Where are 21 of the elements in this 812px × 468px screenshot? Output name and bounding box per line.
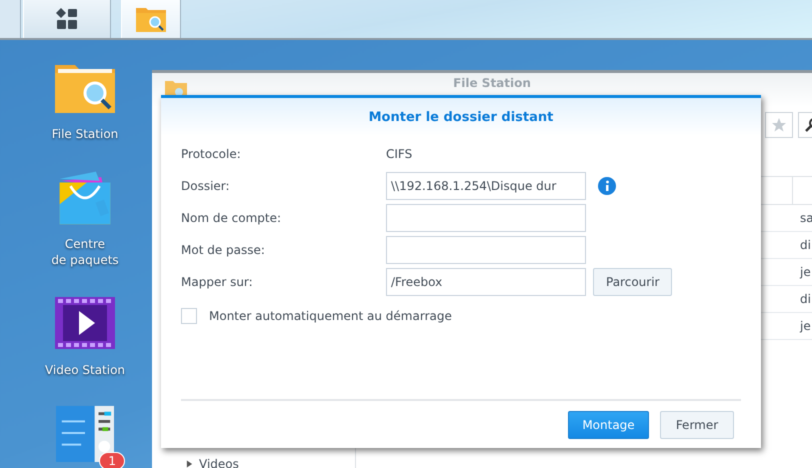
dialog-title: Monter le dossier distant (368, 110, 554, 124)
notification-badge: 1 (99, 452, 125, 468)
input-field[interactable]: \\192.168.1.254\Disque dur (386, 172, 586, 200)
browse-button[interactable]: Parcourir (593, 268, 672, 296)
field-label: Mot de passe: (181, 243, 266, 257)
app-label[interactable]: Centre de paquets (51, 236, 119, 268)
table-cell: je (800, 319, 811, 333)
close-button[interactable]: Fermer (660, 410, 734, 438)
field-label: Nom de compte: (181, 211, 282, 225)
app-label[interactable]: File Station (52, 126, 118, 142)
tree-item[interactable]: Videos (152, 457, 355, 468)
table-cell: di (800, 292, 811, 306)
window-title: File Station (453, 76, 531, 90)
input-field[interactable]: /Freebox (386, 268, 586, 296)
field-value: CIFS (386, 147, 412, 161)
checkbox-label[interactable]: Monter automatiquement au démarrage (209, 309, 452, 323)
field-label: Mapper sur: (181, 275, 254, 289)
field-label: Dossier: (181, 179, 231, 193)
table-cell: di (800, 238, 811, 252)
table-cell: je (800, 265, 811, 279)
field-label: Protocole: (181, 147, 242, 161)
